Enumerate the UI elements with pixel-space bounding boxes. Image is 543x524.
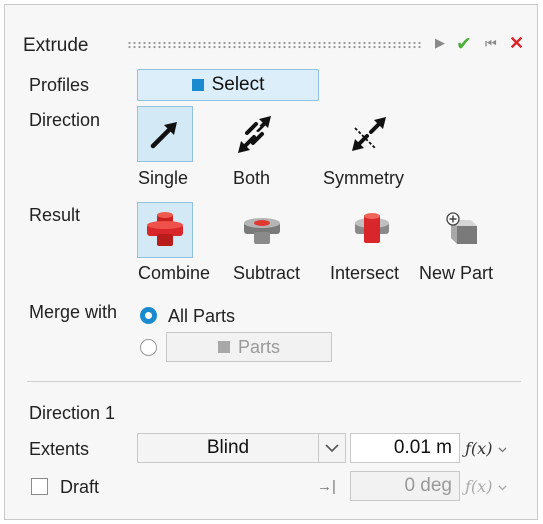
result-new-part-label: New Part	[419, 263, 494, 283]
direction-label: Direction	[29, 110, 101, 130]
draft-angle-input[interactable]: 0 deg	[350, 471, 460, 501]
extents-dropdown-arrow[interactable]	[318, 433, 346, 463]
result-combine-button[interactable]	[137, 202, 193, 258]
direction-both-button[interactable]	[226, 106, 282, 162]
drag-handle[interactable]	[127, 41, 423, 50]
ok-check-icon[interactable]: ✔	[456, 33, 472, 56]
extents-label: Extents	[29, 439, 90, 459]
extents-value: Blind	[206, 437, 250, 458]
fx-icon: ƒ(x)	[465, 477, 493, 496]
chevron-down-icon	[498, 447, 506, 452]
result-new-part-button[interactable]	[433, 202, 489, 258]
combine-icon	[147, 212, 183, 246]
extents-dropdown[interactable]: Blind	[137, 433, 319, 463]
extent-fx-button[interactable]: ƒ(x)	[465, 439, 507, 458]
extent-distance-value: 0.01 m	[393, 437, 452, 458]
profiles-label: Profiles	[29, 75, 90, 95]
parts-square-icon	[217, 341, 230, 353]
new-part-icon	[446, 212, 477, 244]
chevron-down-icon	[325, 443, 339, 452]
draft-angle-value: 0 deg	[404, 475, 452, 496]
result-subtract-button[interactable]	[234, 202, 290, 258]
result-subtract-label: Subtract	[233, 263, 301, 283]
exit-icon[interactable]: ⏮	[485, 36, 497, 52]
extrude-panel: Extrude ▶ ✔ ⏮ ✕ Profiles Select Directio…	[4, 4, 538, 520]
result-intersect-label: Intersect	[330, 263, 400, 283]
section-divider	[27, 381, 521, 382]
direction-symmetry-label: Symmetry	[323, 168, 404, 188]
direction1-title: Direction 1	[29, 403, 116, 423]
fx-icon: ƒ(x)	[465, 439, 493, 458]
result-intersect-button[interactable]	[344, 202, 400, 258]
draft-fx-button[interactable]: ƒ(x)	[465, 477, 507, 496]
select-button-label: Select	[211, 74, 265, 95]
direction-symmetry-button[interactable]	[341, 106, 397, 162]
draft-checkbox[interactable]	[31, 478, 48, 495]
subtract-icon	[244, 218, 280, 244]
double-arrow-icon	[238, 116, 271, 153]
intersect-icon	[355, 213, 389, 243]
panel-title: Extrude	[23, 35, 89, 56]
chevron-down-icon	[498, 485, 506, 490]
merge-parts-radio[interactable]	[140, 339, 157, 356]
direction-both-label: Both	[233, 168, 271, 188]
result-combine-label: Combine	[138, 263, 211, 283]
merge-parts-select-button[interactable]: Parts	[166, 332, 332, 362]
symmetry-arrow-icon	[352, 117, 386, 151]
select-square-icon	[191, 79, 204, 91]
merge-with-label: Merge with	[29, 302, 118, 322]
draft-end-icon: →|	[317, 478, 336, 495]
direction-single-label: Single	[138, 168, 189, 188]
profiles-select-button[interactable]: Select	[137, 69, 319, 101]
close-icon[interactable]: ✕	[509, 33, 524, 54]
parts-button-label: Parts	[237, 336, 280, 357]
play-icon[interactable]: ▶	[435, 35, 445, 51]
single-arrow-icon	[150, 122, 177, 149]
direction-single-button[interactable]	[137, 106, 193, 162]
result-label: Result	[29, 205, 81, 225]
extent-distance-input[interactable]: 0.01 m	[350, 433, 460, 463]
merge-all-parts-label: All Parts	[168, 306, 236, 326]
merge-all-parts-radio[interactable]	[140, 307, 157, 324]
draft-label: Draft	[60, 477, 100, 497]
